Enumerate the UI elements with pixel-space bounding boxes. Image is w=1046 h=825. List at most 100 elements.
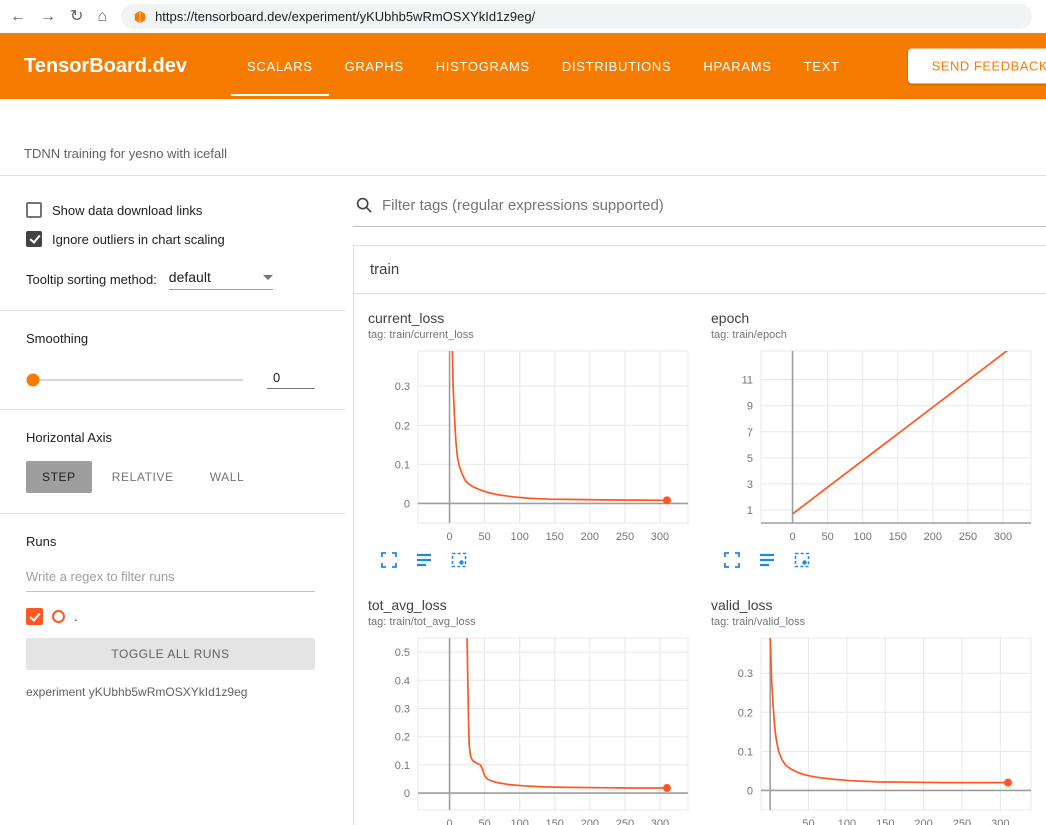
expand-chart-icon[interactable] xyxy=(380,551,398,569)
svg-text:0.5: 0.5 xyxy=(395,647,410,659)
svg-text:0.1: 0.1 xyxy=(738,746,753,758)
chart-toolbar xyxy=(368,551,705,569)
smoothing-value-field[interactable]: 0 xyxy=(267,370,315,389)
smoothing-slider-thumb[interactable] xyxy=(27,373,40,386)
nav-tabs: SCALARS GRAPHS HISTOGRAMS DISTRIBUTIONS … xyxy=(231,33,856,99)
tag-group-title[interactable]: train xyxy=(354,246,1046,294)
browser-toolbar: ← → ↻ ⌂ https://tensorboard.dev/experime… xyxy=(0,0,1046,33)
experiment-id-label: experiment yKUbhb5wRmOSXYkId1z9eg xyxy=(26,685,315,699)
tooltip-sorting-label: Tooltip sorting method: xyxy=(26,272,157,287)
svg-text:9: 9 xyxy=(747,401,753,413)
axis-wall-button[interactable]: WALL xyxy=(194,461,261,493)
svg-text:300: 300 xyxy=(991,818,1009,825)
tag-filter-input[interactable] xyxy=(382,197,1046,214)
back-icon[interactable]: ← xyxy=(10,9,26,25)
run-color-swatch xyxy=(52,610,65,623)
chart-module-tot-avg-loss: tot_avg_loss tag: train/tot_avg_loss 00.… xyxy=(368,597,705,825)
sidebar: Show data download links Ignore outliers… xyxy=(0,176,345,825)
home-icon[interactable]: ⌂ xyxy=(97,9,107,25)
send-feedback-button[interactable]: SEND FEEDBACK xyxy=(908,49,1046,84)
reload-icon[interactable]: ↻ xyxy=(70,9,83,25)
svg-text:300: 300 xyxy=(651,818,669,825)
tooltip-sorting-dropdown[interactable]: default xyxy=(169,269,273,290)
ignore-outliers-label: Ignore outliers in chart scaling xyxy=(52,232,225,247)
runs-selector-icon[interactable] xyxy=(758,551,776,569)
app-logo[interactable]: TensorBoard.dev xyxy=(24,55,187,78)
svg-text:0: 0 xyxy=(404,788,410,800)
page: ← → ↻ ⌂ https://tensorboard.dev/experime… xyxy=(0,0,1046,825)
runs-filter-input[interactable] xyxy=(26,563,315,592)
expand-chart-icon[interactable] xyxy=(723,551,741,569)
svg-text:0.1: 0.1 xyxy=(395,459,410,471)
tab-scalars[interactable]: SCALARS xyxy=(231,33,329,99)
svg-text:0.2: 0.2 xyxy=(395,732,410,744)
svg-text:200: 200 xyxy=(581,531,599,543)
svg-text:0.1: 0.1 xyxy=(395,760,410,772)
chart-plot[interactable]: 00.10.20.30.40.5050100150200250300 xyxy=(368,632,705,825)
svg-text:0: 0 xyxy=(789,531,795,543)
app-header: TensorBoard.dev SCALARS GRAPHS HISTOGRAM… xyxy=(0,33,1046,99)
forward-icon[interactable]: → xyxy=(40,9,56,25)
show-download-links-checkbox[interactable] xyxy=(26,202,42,218)
chart-module-valid-loss: valid_loss tag: train/valid_loss 00.10.2… xyxy=(711,597,1046,825)
svg-text:300: 300 xyxy=(651,531,669,543)
show-download-links-label: Show data download links xyxy=(52,203,202,218)
main-panel: train current_loss tag: train/current_lo… xyxy=(345,176,1046,825)
svg-text:0: 0 xyxy=(404,498,410,510)
svg-text:250: 250 xyxy=(953,818,971,825)
svg-text:100: 100 xyxy=(854,531,872,543)
tab-hparams[interactable]: HPARAMS xyxy=(687,33,787,99)
chart-tag: tag: train/current_loss xyxy=(368,329,705,341)
runs-selector-icon[interactable] xyxy=(415,551,433,569)
tooltip-sorting-value: default xyxy=(169,269,211,285)
smoothing-slider[interactable] xyxy=(33,379,243,381)
svg-text:50: 50 xyxy=(802,818,814,825)
address-bar[interactable]: https://tensorboard.dev/experiment/yKUbh… xyxy=(121,4,1032,29)
run-row[interactable]: . xyxy=(26,608,315,625)
tab-graphs[interactable]: GRAPHS xyxy=(329,33,420,99)
svg-text:0.2: 0.2 xyxy=(395,420,410,432)
tab-histograms[interactable]: HISTOGRAMS xyxy=(420,33,546,99)
svg-text:0.2: 0.2 xyxy=(738,707,753,719)
chart-plot[interactable]: 00.10.20.3050100150200250300 xyxy=(368,345,705,550)
toggle-all-runs-button[interactable]: TOGGLE ALL RUNS xyxy=(26,638,315,670)
tab-distributions[interactable]: DISTRIBUTIONS xyxy=(546,33,688,99)
svg-text:7: 7 xyxy=(747,427,753,439)
svg-text:150: 150 xyxy=(876,818,894,825)
svg-text:250: 250 xyxy=(616,818,634,825)
svg-text:150: 150 xyxy=(889,531,907,543)
content: Show data download links Ignore outliers… xyxy=(0,176,1046,825)
ignore-outliers-checkbox[interactable] xyxy=(26,231,42,247)
svg-text:200: 200 xyxy=(924,531,942,543)
tab-text[interactable]: TEXT xyxy=(788,33,856,99)
svg-text:0.3: 0.3 xyxy=(395,381,410,393)
chart-tag: tag: train/tot_avg_loss xyxy=(368,616,705,628)
dropdown-arrow-icon xyxy=(263,275,273,280)
runs-label: Runs xyxy=(26,534,315,549)
axis-relative-button[interactable]: RELATIVE xyxy=(96,461,190,493)
fit-domain-icon[interactable] xyxy=(450,551,468,569)
chart-module-epoch: epoch tag: train/epoch 13579110501001502… xyxy=(711,310,1046,569)
chart-toolbar xyxy=(711,551,1046,569)
chart-title: current_loss xyxy=(368,310,705,326)
smoothing-label: Smoothing xyxy=(26,331,315,346)
chart-plot[interactable]: 00.10.20.350100150200250300 xyxy=(711,632,1046,825)
sidebar-divider xyxy=(0,310,345,311)
svg-text:5: 5 xyxy=(747,453,753,465)
svg-text:0.4: 0.4 xyxy=(395,675,410,687)
horizontal-axis-buttons: STEP RELATIVE WALL xyxy=(26,461,315,493)
fit-domain-icon[interactable] xyxy=(793,551,811,569)
svg-text:50: 50 xyxy=(821,531,833,543)
chart-plot[interactable]: 1357911050100150200250300 xyxy=(711,345,1046,550)
chart-title: epoch xyxy=(711,310,1046,326)
svg-text:50: 50 xyxy=(478,818,490,825)
svg-text:100: 100 xyxy=(511,531,529,543)
svg-text:150: 150 xyxy=(546,531,564,543)
run-checkbox[interactable] xyxy=(26,608,43,625)
ignore-outliers-row[interactable]: Ignore outliers in chart scaling xyxy=(26,231,315,247)
run-name: . xyxy=(74,609,78,624)
svg-text:200: 200 xyxy=(914,818,932,825)
horizontal-axis-label: Horizontal Axis xyxy=(26,430,315,445)
axis-step-button[interactable]: STEP xyxy=(26,461,92,493)
show-download-links-row[interactable]: Show data download links xyxy=(26,202,315,218)
